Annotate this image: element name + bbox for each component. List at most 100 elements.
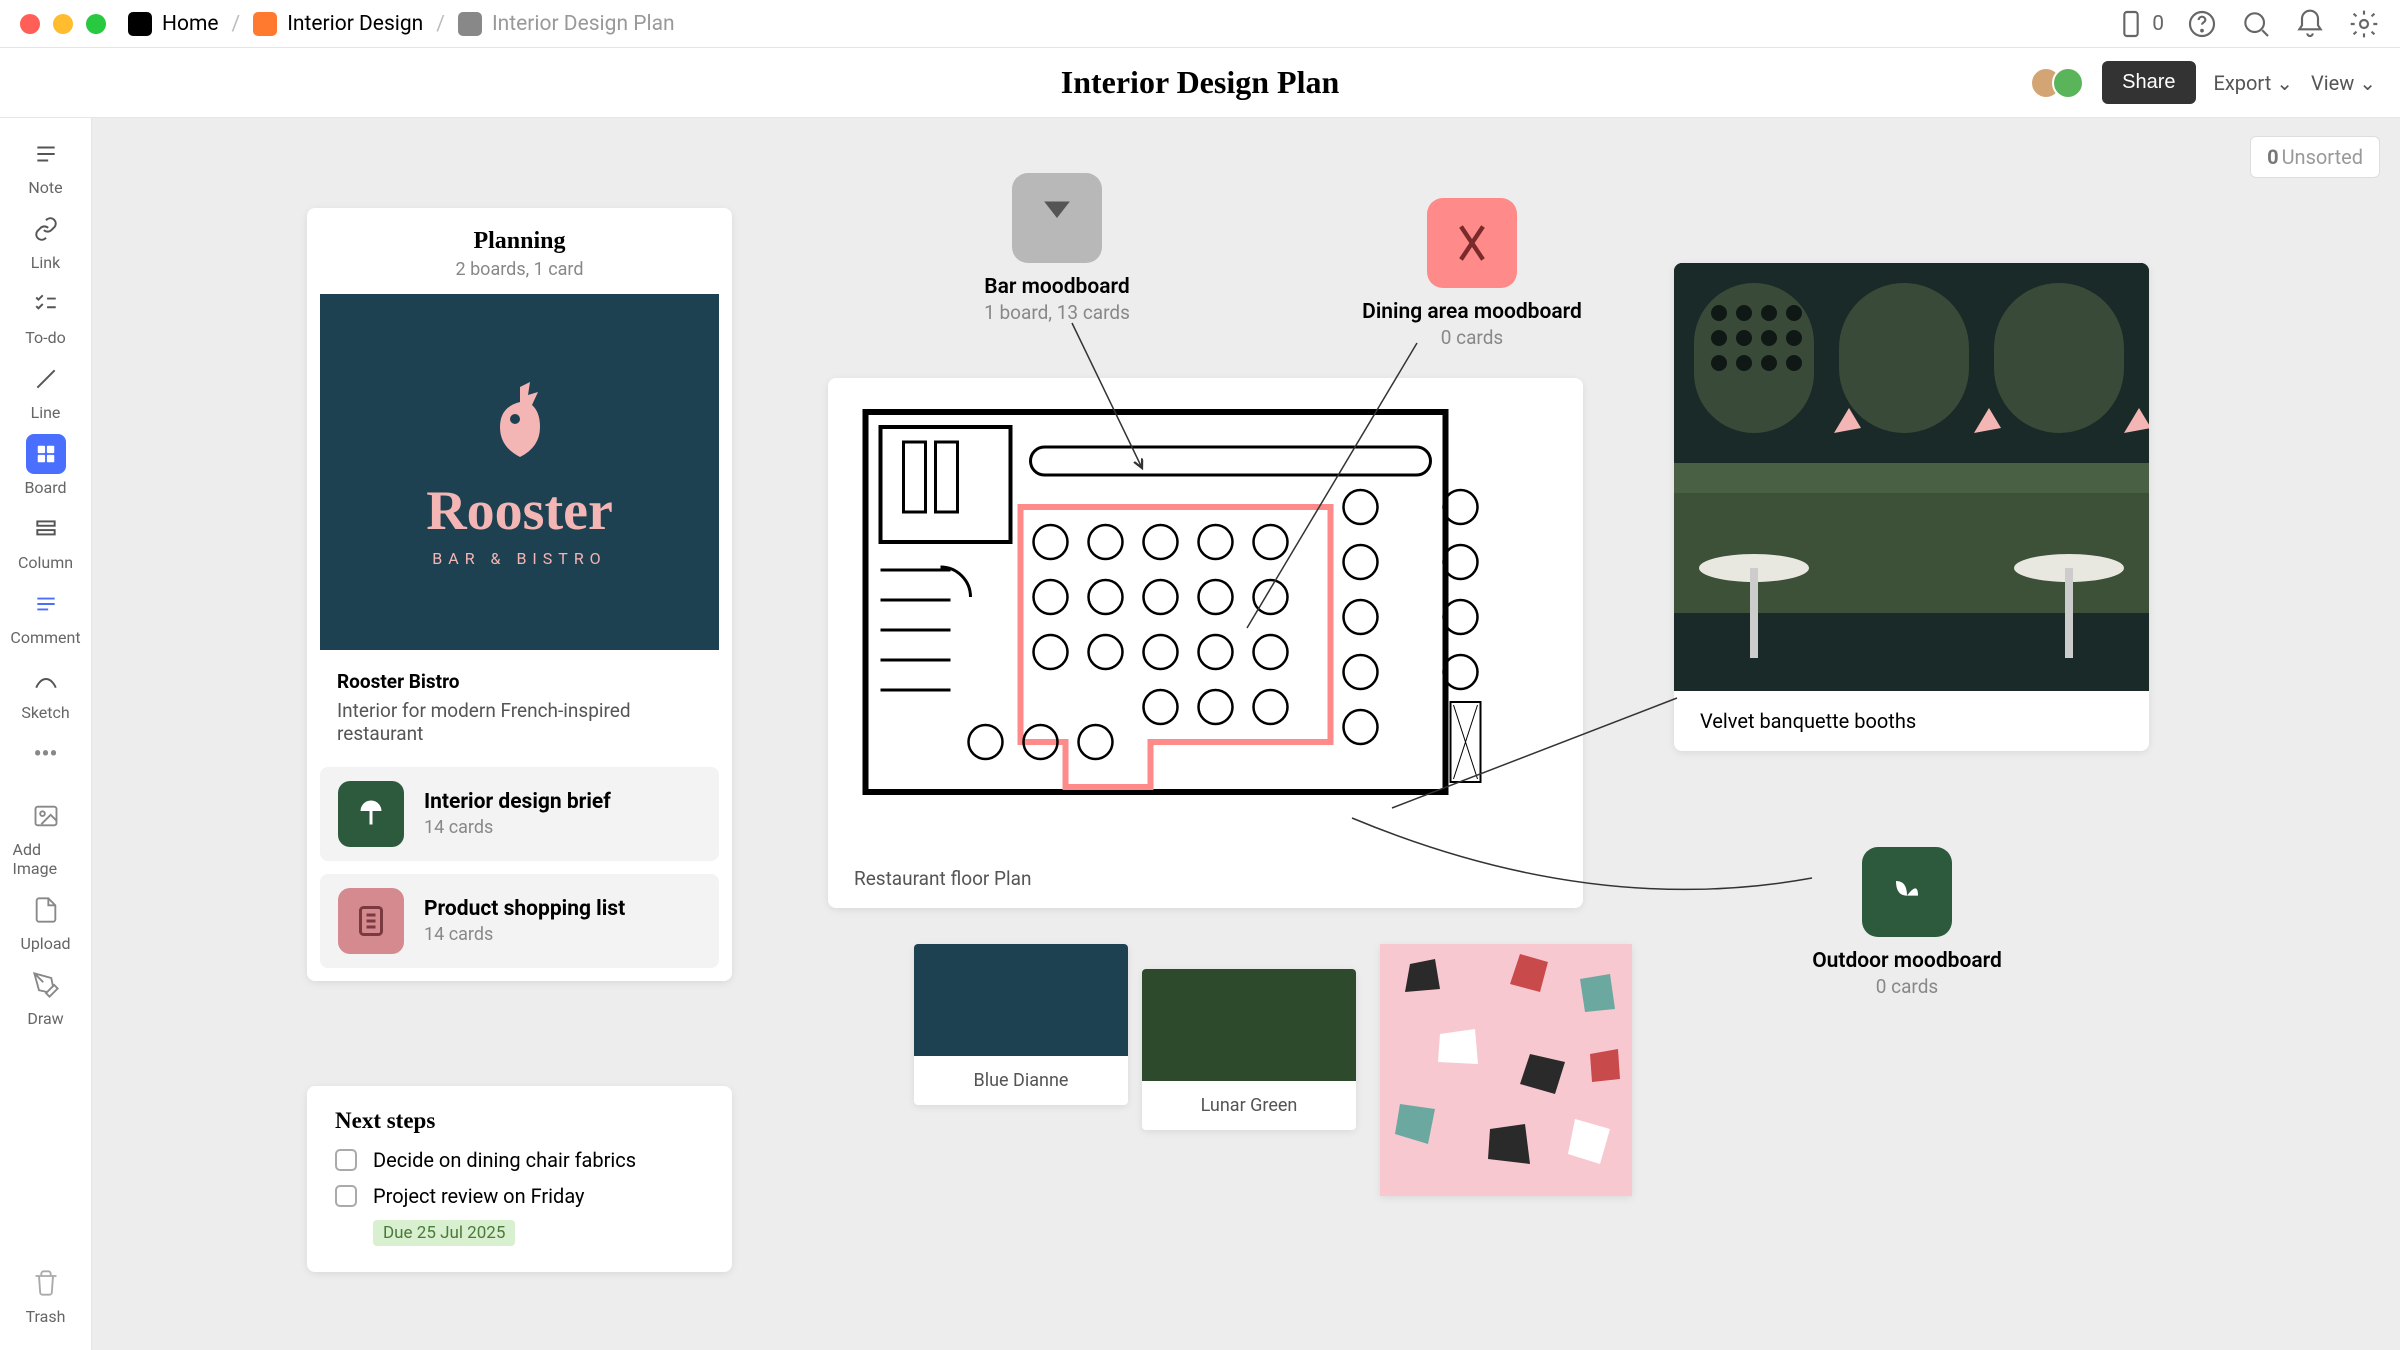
breadcrumb-home[interactable]: Home [128,12,219,36]
folder-icon [253,12,277,36]
tool-todo[interactable]: To-do [13,284,79,347]
more-icon: ••• [26,734,66,774]
todo-item[interactable]: Decide on dining chair fabrics [335,1148,704,1172]
brand-cover: Rooster BAR & BISTRO [320,294,719,650]
tool-column[interactable]: Column [13,509,79,572]
page-title: Interior Design Plan [1061,64,1340,101]
breadcrumb-mid[interactable]: Interior Design [253,12,423,36]
planning-row-shopping[interactable]: Product shopping list14 cards [320,874,719,968]
device-count-value: 0 [2152,12,2164,36]
swatch-lunar-green[interactable]: Lunar Green [1142,969,1356,1130]
breadcrumb-separator: / [436,12,445,36]
close-window-icon[interactable] [20,14,40,34]
photo-label: Velvet banquette booths [1674,691,2149,751]
tool-draw[interactable]: Draw [13,965,79,1028]
maximize-window-icon[interactable] [86,14,106,34]
bell-icon[interactable] [2294,8,2326,40]
due-badge: Due 25 Jul 2025 [373,1220,515,1246]
todo-icon [33,291,59,317]
sketch-icon [33,666,59,692]
planning-desc-title: Rooster Bistro [337,670,460,693]
titlebar: Home / Interior Design / Interior Design… [0,0,2400,48]
line-icon [33,366,59,392]
phone-icon [2115,8,2147,40]
terrazzo-pattern [1380,944,1632,1196]
gear-icon[interactable] [2348,8,2380,40]
minimize-window-icon[interactable] [53,14,73,34]
avatar [2052,67,2084,99]
tool-trash[interactable]: Trash [13,1263,79,1326]
window-controls [20,14,106,34]
utensils-icon [1427,198,1517,288]
photo-card[interactable]: Velvet banquette booths [1674,263,2149,751]
link-icon [33,216,59,242]
chevron-down-icon: ⌄ [2276,71,2293,95]
board-icon [35,443,57,465]
todo-item[interactable]: Project review on Friday [335,1184,704,1208]
breadcrumb-current-label: Interior Design Plan [492,12,675,36]
breadcrumb-mid-label: Interior Design [287,12,423,36]
canvas[interactable]: 0Unsorted Planning 2 boards, 1 card Roos… [92,118,2400,1350]
brand-tagline: BAR & BISTRO [432,549,606,568]
list-icon [338,888,404,954]
note-icon [33,141,59,167]
export-menu[interactable]: Export⌄ [2214,71,2294,95]
breadcrumb-separator: / [232,12,241,36]
swatch-color [914,944,1128,1056]
tool-add-image[interactable]: Add Image [13,796,79,878]
column-icon [33,516,59,542]
tool-line[interactable]: Line [13,359,79,422]
page-header: Interior Design Plan Share Export⌄ View⌄ [0,48,2400,118]
checkbox[interactable] [335,1185,357,1207]
upload-icon [32,896,60,924]
breadcrumb-current[interactable]: Interior Design Plan [458,12,675,36]
tool-upload[interactable]: Upload [13,890,79,953]
planning-title: Planning [307,228,732,255]
planning-subtitle: 2 boards, 1 card [307,259,732,280]
chevron-down-icon: ⌄ [2359,71,2376,95]
floor-plan-svg [852,402,1559,832]
home-icon [128,12,152,36]
bar-moodboard-tile[interactable]: Bar moodboard 1 board, 13 cards [942,173,1172,324]
breadcrumb-home-label: Home [162,12,219,36]
draw-icon [32,971,60,999]
device-count[interactable]: 0 [2115,8,2164,40]
photo-image [1674,263,2149,691]
planning-desc-body: Interior for modern French-inspired rest… [337,699,702,745]
floor-plan-label: Restaurant floor Plan [854,867,1032,890]
floor-plan-card[interactable]: Restaurant floor Plan [828,378,1583,908]
tool-board[interactable]: Board [13,434,79,497]
tool-more[interactable]: ••• [13,734,79,774]
tool-note[interactable]: Note [13,134,79,197]
next-steps-card[interactable]: Next steps Decide on dining chair fabric… [307,1086,732,1272]
brand-name: Rooster [426,479,613,543]
image-icon [32,802,60,830]
search-icon[interactable] [2240,8,2272,40]
swatch-color [1142,969,1356,1081]
tool-sidebar: Note Link To-do Line Board Column Commen… [0,118,92,1350]
share-button[interactable]: Share [2102,61,2195,104]
outdoor-moodboard-tile[interactable]: Outdoor moodboard 0 cards [1772,847,2042,998]
tool-comment[interactable]: Comment [13,584,79,647]
leaf-icon [1862,847,1952,937]
board-icon [458,12,482,36]
breadcrumb: Home / Interior Design / Interior Design… [128,12,675,36]
view-menu[interactable]: View⌄ [2311,71,2376,95]
next-steps-title: Next steps [335,1108,704,1134]
help-icon[interactable] [2186,8,2218,40]
planning-board-card[interactable]: Planning 2 boards, 1 card Rooster BAR & … [307,208,732,981]
tool-sketch[interactable]: Sketch [13,659,79,722]
swatch-blue-dianne[interactable]: Blue Dianne [914,944,1128,1105]
lamp-icon [338,781,404,847]
tool-link[interactable]: Link [13,209,79,272]
trash-icon [32,1269,60,1297]
checkbox[interactable] [335,1149,357,1171]
unsorted-badge[interactable]: 0Unsorted [2250,136,2380,178]
cocktail-icon [1012,173,1102,263]
planning-row-brief[interactable]: Interior design brief14 cards [320,767,719,861]
collaborator-avatars[interactable] [2030,67,2084,99]
dining-moodboard-tile[interactable]: Dining area moodboard 0 cards [1342,198,1602,349]
rooster-logo-icon [480,377,560,467]
terrazzo-swatch[interactable] [1380,944,1632,1196]
comment-icon [33,591,59,617]
